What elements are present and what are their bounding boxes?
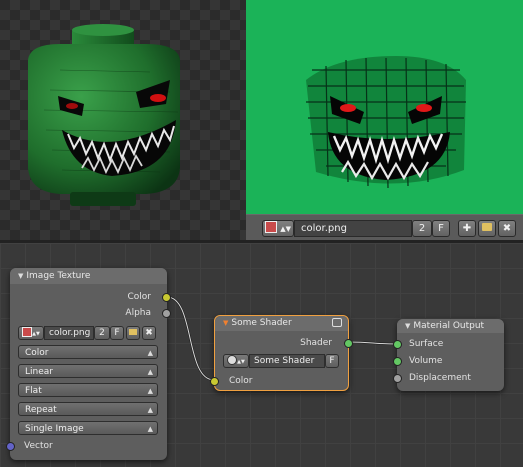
- collapse-arrow-icon[interactable]: ▼: [18, 272, 23, 280]
- node-header[interactable]: ▼ Some Shader: [215, 316, 348, 331]
- color-space-dropdown[interactable]: Color ▲: [18, 345, 158, 359]
- output-color-label: Color: [127, 292, 152, 302]
- node-some-shader[interactable]: ▼ Some Shader Shader ▲▼ Some Shader F Col…: [210, 315, 353, 391]
- output-color-socket[interactable]: [162, 293, 171, 302]
- node-header[interactable]: ▼ Material Output: [397, 319, 504, 333]
- dropdown-value: Color: [25, 348, 49, 358]
- image-users-count[interactable]: 2: [94, 326, 110, 340]
- texture-image: [306, 56, 466, 189]
- output-alpha-socket[interactable]: [162, 309, 171, 318]
- image-canvas[interactable]: [246, 0, 523, 214]
- chevron-updown-icon: ▲▼: [32, 331, 40, 337]
- chevron-updown-icon: ▲: [147, 368, 153, 376]
- input-vector-label: Vector: [24, 441, 53, 451]
- render-preview: [28, 24, 180, 206]
- image-browse-button[interactable]: ▲▼: [262, 220, 294, 237]
- image-browse-button[interactable]: ▲▼: [18, 326, 44, 340]
- unlink-image-button[interactable]: ✖: [498, 220, 516, 237]
- projection-dropdown[interactable]: Flat ▲: [18, 383, 158, 397]
- chevron-updown-icon: ▲▼: [237, 359, 245, 365]
- fake-user-button[interactable]: F: [110, 326, 124, 340]
- chevron-updown-icon: ▲: [147, 349, 153, 357]
- folder-icon: [482, 223, 492, 231]
- node-title: Image Texture: [26, 271, 91, 281]
- close-icon: ✖: [145, 328, 153, 338]
- node-tree-browse-button[interactable]: ▲▼: [223, 354, 249, 368]
- output-shader-socket[interactable]: [344, 339, 353, 348]
- node-group-name-field[interactable]: Some Shader: [249, 354, 325, 368]
- dropdown-value: Single Image: [25, 424, 84, 434]
- node-tree-icon: [227, 354, 238, 365]
- chevron-updown-icon: ▲: [147, 425, 153, 433]
- input-surface-label: Surface: [409, 339, 444, 349]
- source-dropdown[interactable]: Single Image ▲: [18, 421, 158, 435]
- input-displacement-socket[interactable]: [393, 374, 402, 383]
- 3d-viewport[interactable]: [0, 0, 246, 240]
- image-icon: [265, 221, 278, 233]
- node-material-output[interactable]: ▼ Material Output Surface Volume Displace…: [393, 319, 504, 391]
- input-color-socket[interactable]: [210, 377, 219, 386]
- image-users-count[interactable]: 2: [412, 220, 432, 237]
- collapse-arrow-icon[interactable]: ▼: [405, 322, 410, 330]
- image-name-field[interactable]: color.png: [294, 220, 412, 237]
- input-color-label: Color: [229, 376, 253, 386]
- output-alpha-label: Alpha: [125, 308, 151, 318]
- input-volume-label: Volume: [409, 356, 443, 366]
- input-displacement-label: Displacement: [409, 373, 471, 383]
- dropdown-value: Linear: [25, 367, 53, 377]
- chevron-updown-icon: ▲▼: [280, 225, 291, 233]
- fake-user-button[interactable]: F: [325, 354, 339, 368]
- image-name-field[interactable]: color.png: [44, 326, 94, 340]
- image-editor[interactable]: ▲▼ color.png 2 F ✚ ✖: [246, 0, 523, 240]
- open-image-button[interactable]: [126, 326, 140, 340]
- close-icon: ✖: [502, 223, 512, 234]
- group-icon[interactable]: [332, 318, 342, 327]
- plus-icon: ✚: [462, 223, 472, 234]
- unlink-image-button[interactable]: ✖: [142, 326, 156, 340]
- chevron-updown-icon: ▲: [147, 387, 153, 395]
- node-header[interactable]: ▼ Image Texture: [10, 268, 167, 284]
- input-surface-socket[interactable]: [393, 340, 402, 349]
- extension-dropdown[interactable]: Repeat ▲: [18, 402, 158, 416]
- folder-icon: [129, 328, 137, 335]
- chevron-updown-icon: ▲: [147, 406, 153, 414]
- image-icon: [22, 326, 33, 337]
- dropdown-value: Flat: [25, 386, 42, 396]
- node-title: Some Shader: [231, 318, 292, 328]
- input-vector-socket[interactable]: [6, 442, 15, 451]
- fake-user-button[interactable]: F: [432, 220, 450, 237]
- node-editor[interactable]: ▼ Image Texture Color Alpha ▲▼ color.png …: [0, 243, 523, 467]
- new-image-button[interactable]: ✚: [458, 220, 476, 237]
- input-volume-socket[interactable]: [393, 357, 402, 366]
- output-shader-label: Shader: [300, 338, 332, 348]
- collapse-arrow-icon[interactable]: ▼: [223, 319, 228, 327]
- dropdown-value: Repeat: [25, 405, 57, 415]
- interpolation-dropdown[interactable]: Linear ▲: [18, 364, 158, 378]
- node-title: Material Output: [413, 321, 485, 331]
- image-editor-header: ▲▼ color.png 2 F ✚ ✖: [246, 214, 523, 240]
- node-image-texture[interactable]: ▼ Image Texture Color Alpha ▲▼ color.png …: [6, 268, 171, 460]
- open-image-button[interactable]: [478, 220, 496, 237]
